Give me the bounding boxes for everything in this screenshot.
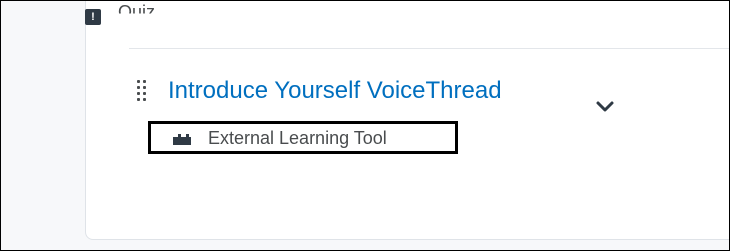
item-title-link[interactable]: Introduce Yourself VoiceThread [168, 77, 502, 105]
screenshot-frame: ! Quiz Introduce Yourself VoiceThread Ex… [0, 0, 730, 251]
item-divider [129, 48, 729, 49]
puzzle-piece-icon [172, 132, 192, 146]
quiz-icon: ! [85, 9, 101, 25]
chevron-down-icon[interactable] [595, 100, 615, 114]
content-card [85, 1, 729, 240]
item-type-label: External Learning Tool [208, 128, 387, 148]
item-type-box: External Learning Tool [148, 121, 458, 154]
drag-handle-icon[interactable] [137, 80, 149, 101]
